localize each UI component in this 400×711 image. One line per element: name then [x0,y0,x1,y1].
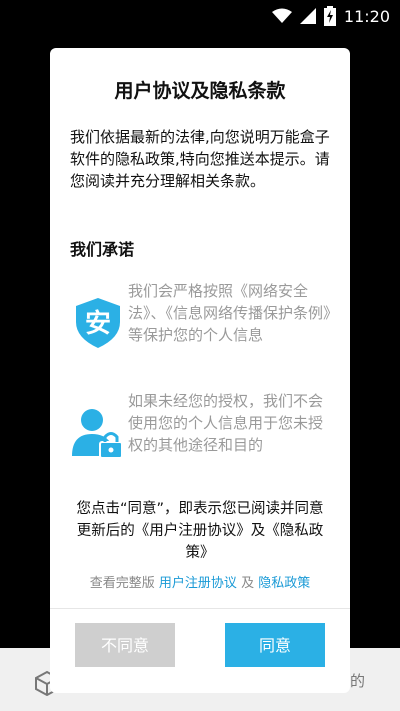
background-partial-text: 的 [350,672,366,690]
dialog-title: 用户协议及隐私条款 [114,80,286,102]
status-icons: 11:20 [271,6,390,26]
links-conjunction: 及 [241,576,255,591]
promise-text-security: 我们会严格按照《网络安全法》、《信息网络传播保护条例》等保护您的个人信息 [128,282,331,344]
promise-heading: 我们承诺 [70,240,135,259]
security-shield-icon: 安 [76,298,120,348]
agreement-links: 查看完整版 用户注册协议 及 隐私政策 [50,572,350,591]
signal-icon [299,8,316,24]
promise-text-authorization: 如果未经您的授权，我们不会使用您的个人信息用于您未授权的其他途径和目的 [128,392,324,454]
battery-charging-icon [323,6,336,26]
divider [50,608,350,609]
user-agreement-link[interactable]: 用户注册协议 [159,576,237,591]
promise-item-security: 安 我们会严格按照《网络安全法》、《信息网络传播保护条例》等保护您的个人信息 [70,280,332,370]
privacy-policy-link[interactable]: 隐私政策 [258,576,310,591]
status-bar: 11:20 [0,0,400,32]
disagree-button[interactable]: 不同意 [75,623,175,667]
agree-button[interactable]: 同意 [225,623,325,667]
dialog-intro: 我们依据最新的法律,向您说明万能盒子软件的隐私政策,特向您推送本提示。请您阅读并… [70,128,330,190]
links-prefix: 查看完整版 [89,576,155,591]
consent-text: 您点击“同意”，即表示您已阅读并同意更新后的《用户注册协议》及《隐私政策》 [76,501,324,561]
privacy-dialog: 用户协议及隐私条款 我们依据最新的法律,向您说明万能盒子软件的隐私政策,特向您推… [50,48,350,693]
user-lock-icon [72,409,123,459]
promise-item-authorization: 如果未经您的授权，我们不会使用您的个人信息用于您未授权的其他途径和目的 [70,390,332,480]
status-time: 11:20 [343,6,390,26]
wifi-icon [271,8,292,23]
svg-text:安: 安 [85,309,111,339]
